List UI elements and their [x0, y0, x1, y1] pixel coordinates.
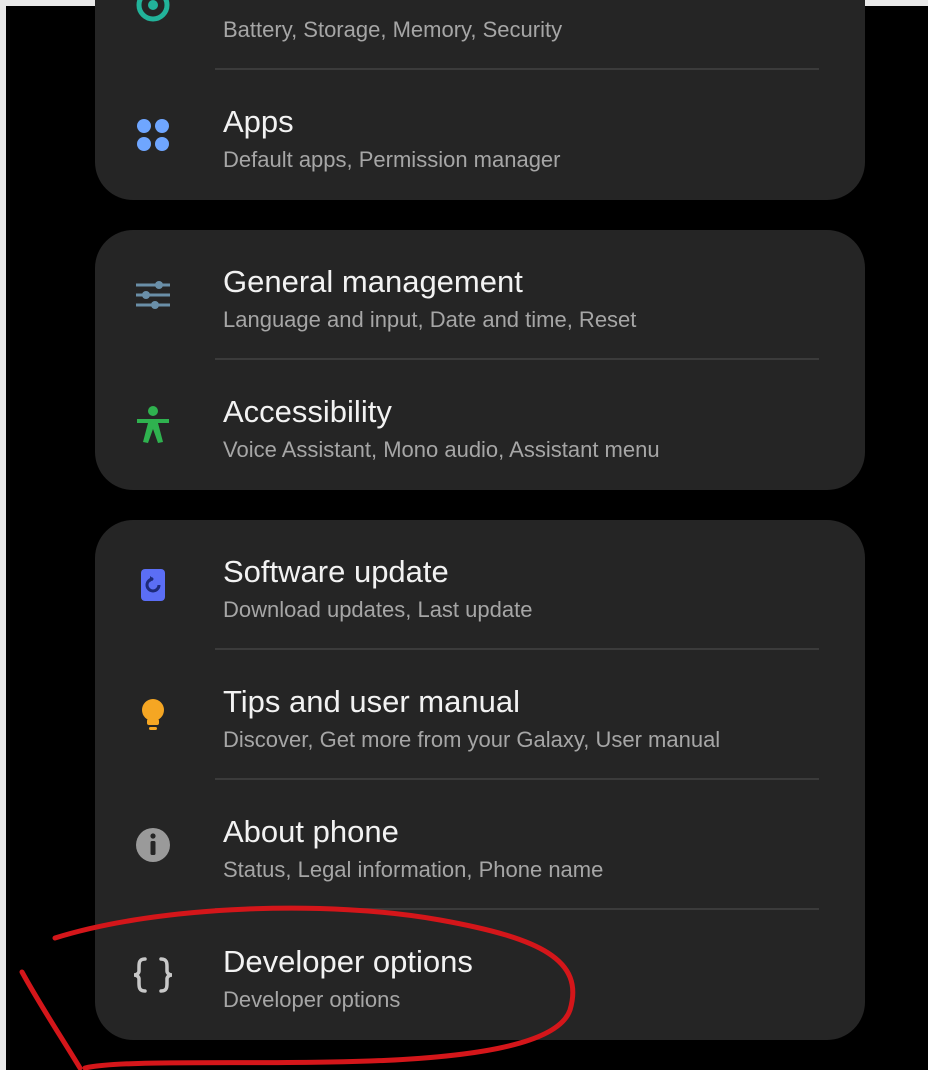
settings-card-management: General management Language and input, D… [95, 230, 865, 490]
settings-item-about-phone[interactable]: About phone Status, Legal information, P… [95, 780, 865, 910]
accessibility-icon [131, 403, 175, 447]
settings-item-developer-options[interactable]: Developer options Developer options [95, 910, 865, 1040]
lightbulb-icon [131, 693, 175, 737]
settings-item-title: Developer options [223, 944, 473, 979]
settings-item-subtitle: Battery, Storage, Memory, Security [223, 17, 563, 42]
settings-item-subtitle: Discover, Get more from your Galaxy, Use… [223, 727, 721, 752]
settings-item-general-management[interactable]: General management Language and input, D… [95, 230, 865, 360]
settings-item-title: General management [223, 264, 523, 299]
settings-item-title: Apps [223, 104, 294, 139]
settings-item-title: Software update [223, 554, 449, 589]
settings-item-apps[interactable]: Apps Default apps, Permission manager [95, 70, 865, 200]
settings-item-device-care[interactable]: Battery, Storage, Memory, Security [95, 0, 865, 70]
settings-item-title: Tips and user manual [223, 684, 520, 719]
settings-item-software-update[interactable]: Software update Download updates, Last u… [95, 520, 865, 650]
settings-item-subtitle: Developer options [223, 987, 401, 1012]
settings-item-subtitle: Voice Assistant, Mono audio, Assistant m… [223, 437, 660, 462]
sliders-icon [131, 273, 175, 317]
software-update-icon [131, 563, 175, 607]
screenshot-border-left [0, 0, 6, 1070]
settings-item-subtitle: Language and input, Date and time, Reset [223, 307, 637, 332]
settings-item-title: Accessibility [223, 394, 392, 429]
apps-icon [131, 113, 175, 157]
settings-item-subtitle: Default apps, Permission manager [223, 147, 561, 172]
curly-braces-icon [131, 953, 175, 997]
settings-card-system: Battery, Storage, Memory, Security Apps … [95, 0, 865, 200]
settings-item-tips-user-manual[interactable]: Tips and user manual Discover, Get more … [95, 650, 865, 780]
device-care-icon [131, 0, 175, 27]
info-icon [131, 823, 175, 867]
settings-card-support: Software update Download updates, Last u… [95, 520, 865, 1040]
settings-item-subtitle: Status, Legal information, Phone name [223, 857, 604, 882]
settings-item-accessibility[interactable]: Accessibility Voice Assistant, Mono audi… [95, 360, 865, 490]
settings-item-subtitle: Download updates, Last update [223, 597, 533, 622]
settings-item-title: About phone [223, 814, 399, 849]
